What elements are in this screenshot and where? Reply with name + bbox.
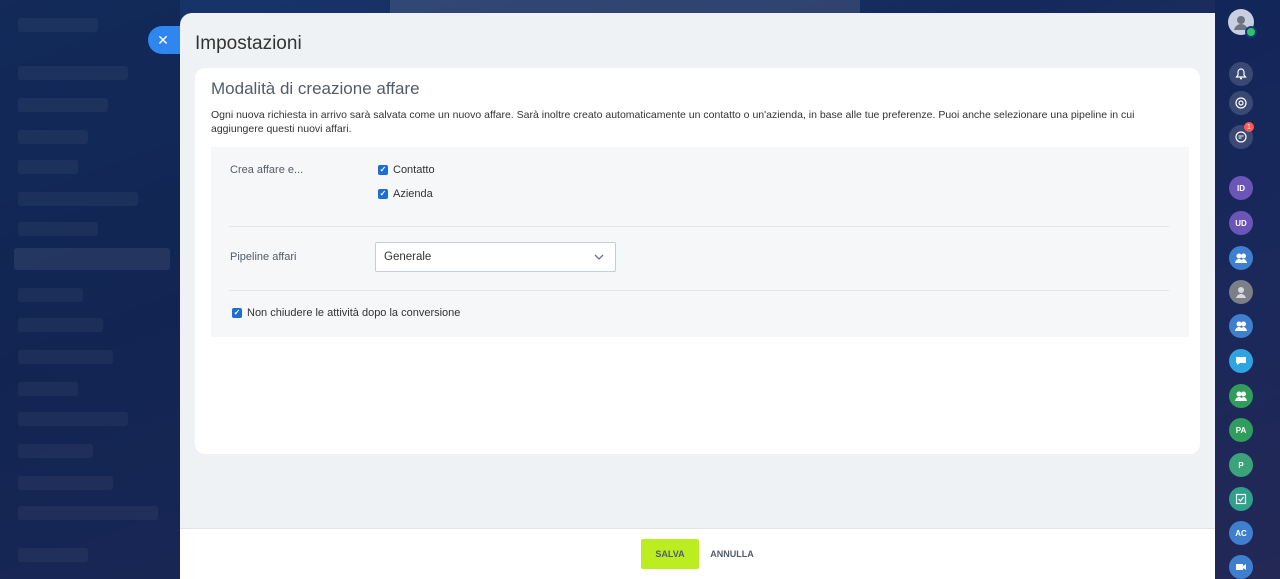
bell-icon[interactable] <box>1229 62 1253 86</box>
save-button[interactable]: SALVA <box>641 539 699 569</box>
video-call-icon[interactable] <box>1229 555 1253 579</box>
settings-card: Modalità di creazione affare Ogni nuova … <box>195 68 1200 454</box>
create-deal-label: Crea affare e... <box>230 164 304 176</box>
contact-avatar-pa[interactable]: PA <box>1229 418 1253 442</box>
contact-avatar-p[interactable]: P <box>1229 453 1253 477</box>
options-panel: Crea affare e... ✓ Contatto ✓ Azienda Pi… <box>211 147 1189 337</box>
company-checkbox-label: Azienda <box>393 188 433 200</box>
close-slider-button[interactable]: ✕ <box>148 26 182 54</box>
online-status-icon <box>1245 26 1257 38</box>
card-description: Ogni nuova richiesta in arrivo sarà salv… <box>211 109 1135 135</box>
notification-badge: 1 <box>1244 122 1254 132</box>
contact-photo-avatar[interactable] <box>1229 280 1253 304</box>
keep-open-checkbox-row[interactable]: ✓ Non chiudere le attività dopo la conve… <box>232 307 460 319</box>
contact-avatar-id[interactable]: ID <box>1229 176 1253 200</box>
target-icon[interactable] <box>1229 91 1253 115</box>
group-icon[interactable] <box>1229 314 1253 338</box>
company-checkbox[interactable]: ✓ <box>378 189 388 199</box>
divider <box>229 226 1169 227</box>
group-icon[interactable] <box>1229 246 1253 270</box>
divider <box>229 290 1169 291</box>
group-icon[interactable] <box>1229 384 1253 408</box>
contact-checkbox-row[interactable]: ✓ Contatto <box>378 164 435 176</box>
contact-avatar-ud[interactable]: UD <box>1229 211 1253 235</box>
keep-open-checkbox[interactable]: ✓ <box>232 308 242 318</box>
task-icon[interactable] <box>1229 487 1253 511</box>
close-icon: ✕ <box>157 31 169 48</box>
card-title: Modalità di creazione affare <box>211 79 420 98</box>
cancel-button[interactable]: ANNULLA <box>707 539 757 569</box>
contact-avatar-ac[interactable]: AC <box>1229 521 1253 545</box>
pipeline-select-value: Generale <box>384 251 432 263</box>
chevron-down-icon <box>594 254 604 260</box>
pipeline-select[interactable]: Generale <box>375 242 616 272</box>
settings-slider: Impostazioni Modalità di creazione affar… <box>180 13 1215 579</box>
page-title: Impostazioni <box>195 33 302 54</box>
keep-open-checkbox-label: Non chiudere le attività dopo la convers… <box>247 307 461 319</box>
contact-checkbox[interactable]: ✓ <box>378 165 388 175</box>
contact-checkbox-label: Contatto <box>393 164 435 176</box>
pipeline-label: Pipeline affari <box>230 251 297 263</box>
open-line-chat-icon[interactable] <box>1229 349 1253 373</box>
footer-actions: SALVA ANNULLA <box>180 528 1215 579</box>
company-checkbox-row[interactable]: ✓ Azienda <box>378 188 433 200</box>
